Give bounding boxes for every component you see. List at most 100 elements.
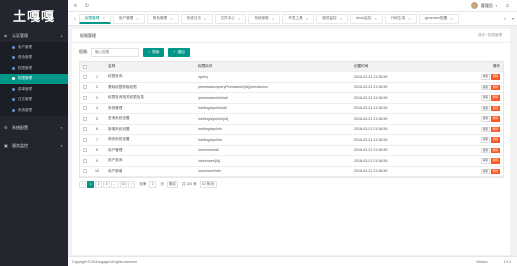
delete-button[interactable]: 删除: [491, 147, 500, 153]
page-size-select[interactable]: 10 条/页: [199, 180, 217, 188]
tab-druid[interactable]: druid监控 ✕: [350, 13, 383, 24]
sidebar-group-config[interactable]: ⚙ 系统配置 ▼: [0, 122, 68, 134]
edit-button[interactable]: 编辑: [481, 116, 490, 122]
row-checkbox[interactable]: [83, 127, 87, 132]
user-menu[interactable]: 管理员 ▼: [470, 2, 498, 9]
row-checkbox[interactable]: [83, 74, 87, 79]
close-icon[interactable]: ✕: [102, 16, 105, 20]
page-button[interactable]: 3: [103, 180, 110, 188]
delete-button[interactable]: 删除: [491, 84, 500, 90]
sidebar-item-menu[interactable]: 菜单管理: [0, 84, 68, 95]
tab-permission[interactable]: 权限管理 ✕: [79, 13, 111, 24]
delete-button[interactable]: 删除: [491, 95, 500, 101]
close-icon[interactable]: ✕: [408, 17, 411, 21]
select-all-checkbox[interactable]: [83, 64, 87, 69]
sidebar-item-system[interactable]: 系统管理: [0, 105, 68, 116]
row-checkbox[interactable]: [83, 95, 87, 100]
add-button[interactable]: + 增加: [168, 47, 190, 57]
refresh-icon[interactable]: ↻: [85, 3, 89, 9]
tab-generator[interactable]: generator配置 ✕: [418, 13, 459, 24]
row-num: 5: [96, 116, 98, 121]
close-icon[interactable]: ✕: [340, 17, 343, 21]
close-icon[interactable]: ✕: [272, 17, 275, 21]
sidebar-item-log[interactable]: 日志管理: [0, 95, 68, 106]
edit-button[interactable]: 编辑: [481, 105, 490, 111]
app-logo[interactable]: 土嘎嘎: [0, 0, 68, 30]
edit-button[interactable]: 编辑: [481, 74, 490, 80]
tab-devtools[interactable]: 开发工具 ✕: [282, 13, 315, 24]
tab-label: 开发工具: [288, 16, 303, 20]
delete-button[interactable]: 删除: [491, 116, 500, 122]
search-bar: 权限: ⌕搜索 +增加: [72, 43, 510, 61]
tab-label: 用户管理: [118, 16, 134, 20]
close-icon[interactable]: ✕: [136, 17, 139, 21]
row-checkbox[interactable]: [83, 169, 87, 174]
next-page-button[interactable]: ›: [128, 180, 136, 188]
chevron-down-icon: ▼: [60, 143, 63, 148]
sidebar-item-permission-active[interactable]: 权限管理: [0, 73, 68, 84]
edit-button[interactable]: 编辑: [481, 126, 490, 132]
row-checkbox[interactable]: [83, 137, 87, 142]
close-icon[interactable]: ✕: [306, 17, 309, 21]
tab-monitor[interactable]: 服务监控 ✕: [316, 13, 349, 24]
search-button[interactable]: ⌕ 搜索: [143, 47, 165, 57]
sidebar-group-monitor[interactable]: ▣ 服务监控 ▼: [0, 140, 68, 152]
row-checkbox[interactable]: [83, 116, 87, 121]
page-button[interactable]: 2: [95, 180, 102, 188]
prev-page-button[interactable]: ‹: [79, 180, 86, 188]
row-time: 2018-03-21 21:38:59: [354, 74, 388, 79]
tab-user[interactable]: 用户管理 ✕: [112, 13, 145, 24]
row-checkbox[interactable]: [83, 148, 87, 153]
tab-codegen[interactable]: 代码生成 ✕: [384, 13, 417, 24]
tab-scroll-left-icon[interactable]: «: [71, 16, 79, 21]
delete-button[interactable]: 删除: [491, 168, 500, 174]
close-icon[interactable]: ✕: [374, 17, 377, 21]
close-icon[interactable]: ✕: [238, 17, 241, 21]
menu-toggle-icon[interactable]: ≡: [74, 3, 77, 9]
tab-file[interactable]: 文件中心 ✕: [214, 13, 247, 24]
search-input[interactable]: [91, 47, 140, 57]
delete-button[interactable]: 删除: [491, 158, 500, 164]
page-button[interactable]: 10: [119, 180, 128, 188]
row-num: 8: [96, 148, 98, 153]
close-icon[interactable]: ✕: [204, 17, 207, 21]
goto-confirm-button[interactable]: 确定: [166, 180, 178, 188]
logout-icon[interactable]: ⏻: [506, 3, 509, 8]
edit-button[interactable]: 编辑: [481, 168, 490, 174]
tab-log[interactable]: 系统日志 ✕: [180, 13, 213, 24]
sidebar-group-auth[interactable]: ⛨ 认证管理 ▲: [0, 30, 68, 42]
monitor-icon: ▣: [4, 143, 8, 148]
chevron-down-icon[interactable]: ▾: [509, 16, 517, 21]
row-url: /user/user/{id}: [198, 158, 221, 163]
close-icon[interactable]: ✕: [170, 17, 173, 21]
search-button-label: 搜索: [152, 49, 160, 54]
tab-params[interactable]: 系统参数 ✕: [248, 13, 281, 24]
delete-button[interactable]: 删除: [491, 74, 500, 80]
tab-role[interactable]: 角色管理 ✕: [146, 13, 179, 24]
sidebar-item-role[interactable]: 角色管理: [0, 53, 68, 64]
sidebar-item-label: 用户管理: [18, 44, 32, 49]
avatar: [470, 2, 478, 9]
edit-button[interactable]: 编辑: [481, 95, 490, 101]
row-url: /permission/info/all: [198, 95, 228, 100]
edit-button[interactable]: 编辑: [481, 137, 490, 143]
row-checkbox[interactable]: [83, 106, 87, 111]
row-checkbox[interactable]: [83, 85, 87, 90]
header-op: 操作: [492, 64, 500, 68]
tab-scroll-right-icon[interactable]: »: [501, 16, 509, 21]
edit-button[interactable]: 编辑: [481, 158, 490, 164]
sidebar-item-permission[interactable]: 权限管理: [0, 63, 68, 74]
delete-button[interactable]: 删除: [491, 105, 500, 111]
edit-button[interactable]: 编辑: [481, 147, 490, 153]
page-button[interactable]: 1: [87, 180, 94, 188]
goto-page-input[interactable]: 1: [149, 180, 157, 188]
row-checkbox[interactable]: [83, 158, 87, 163]
edit-button[interactable]: 编辑: [481, 84, 490, 90]
sidebar-item-user[interactable]: 用户管理: [0, 42, 68, 53]
row-num: 4: [96, 106, 98, 111]
row-name: 系统管理: [108, 105, 123, 110]
close-icon[interactable]: ✕: [450, 17, 453, 21]
delete-button[interactable]: 删除: [491, 137, 500, 143]
delete-button[interactable]: 删除: [491, 126, 500, 132]
version-value: 1.0.0: [503, 259, 511, 264]
